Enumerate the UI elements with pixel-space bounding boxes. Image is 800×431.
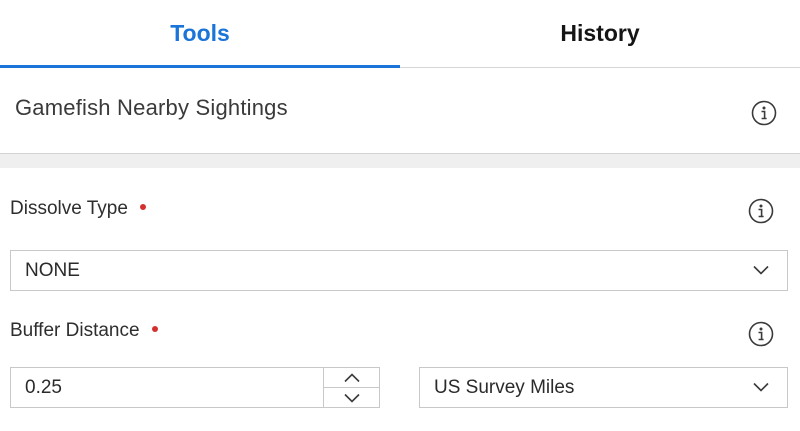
tab-history[interactable]: History <box>400 0 800 67</box>
tool-panel: Tools History Gamefish Nearby Sightings … <box>0 0 800 431</box>
tool-title: Gamefish Nearby Sightings <box>15 95 288 120</box>
buffer-distance-input[interactable] <box>11 368 323 407</box>
buffer-distance-label-text: Buffer Distance <box>10 320 140 341</box>
chevron-up-icon <box>343 372 360 382</box>
buffer-distance-field <box>10 367 380 408</box>
step-down-button[interactable] <box>324 388 379 407</box>
dissolve-type-value: NONE <box>25 259 80 281</box>
buffer-distance-info-icon[interactable] <box>748 321 774 347</box>
chevron-down-icon <box>753 262 769 280</box>
tool-info-icon[interactable] <box>751 100 777 126</box>
tab-tools[interactable]: Tools <box>0 0 400 68</box>
section-divider <box>0 154 800 168</box>
required-indicator <box>151 325 158 332</box>
buffer-distance-label: Buffer Distance <box>10 320 158 342</box>
chevron-down-icon <box>753 379 769 397</box>
tool-header: Gamefish Nearby Sightings <box>0 68 800 154</box>
dissolve-type-info-icon[interactable] <box>748 198 774 224</box>
distance-unit-value: US Survey Miles <box>434 376 575 398</box>
step-up-button[interactable] <box>324 368 379 388</box>
distance-unit-select[interactable]: US Survey Miles <box>419 367 788 408</box>
tab-bar: Tools History <box>0 0 800 68</box>
dissolve-type-select[interactable]: NONE <box>10 250 788 291</box>
dissolve-type-label: Dissolve Type <box>10 198 146 220</box>
quantity-stepper <box>323 368 379 407</box>
dissolve-type-label-text: Dissolve Type <box>10 198 128 219</box>
required-indicator <box>139 203 146 210</box>
chevron-down-icon <box>343 393 360 403</box>
